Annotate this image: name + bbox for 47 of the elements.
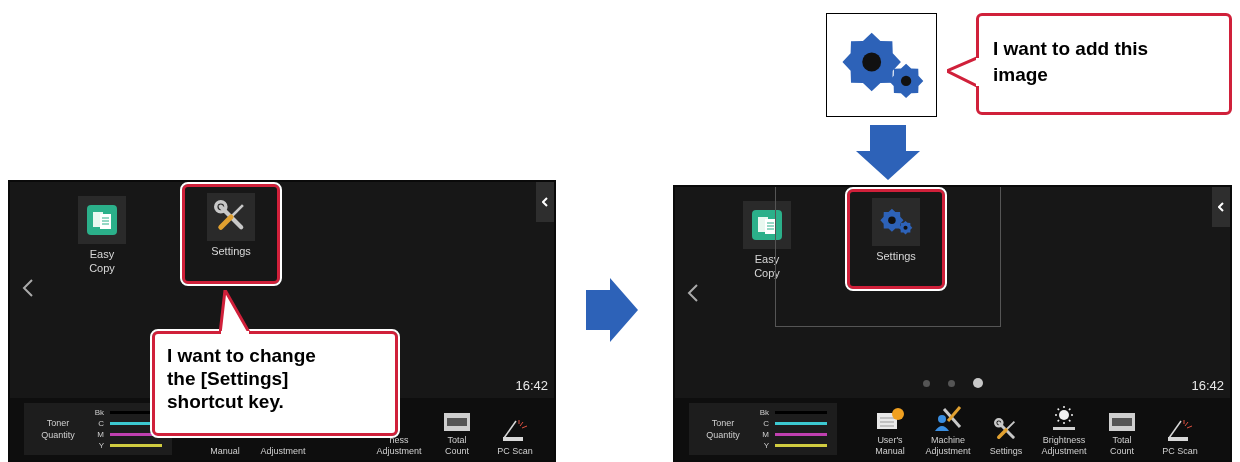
toner-color-label: M (761, 428, 769, 441)
function-key-label[interactable]: User's Manual (875, 435, 905, 457)
toner-color-label: Y (762, 439, 769, 452)
function-key-label[interactable]: Total Count (445, 435, 469, 457)
function-key-label[interactable]: Manual (210, 446, 240, 457)
toner-label: Toner Quantity (705, 417, 741, 441)
clock-time: 16:42 (1191, 376, 1224, 395)
wrench-screwdriver-icon (994, 418, 1018, 442)
shortcut-key[interactable]: Settings (182, 184, 280, 284)
chevron-left-icon (1218, 202, 1224, 212)
function-key-label[interactable]: PC Scan (497, 446, 533, 457)
toner-color-label: Y (97, 439, 104, 452)
shortcut-key[interactable]: Settings (847, 189, 945, 289)
copy-pages-icon (87, 205, 117, 235)
function-key-label[interactable]: Machine Adjustment (925, 435, 971, 457)
manual-help-icon (875, 407, 905, 431)
gears-icon (879, 208, 913, 236)
right-arrow-icon (586, 278, 638, 342)
toner-color-label: C (762, 417, 769, 430)
toner-color-label: Bk (758, 406, 769, 419)
back-chevron-icon[interactable] (687, 283, 699, 303)
function-key-label[interactable]: Settings (989, 446, 1023, 457)
toner-color-label: M (96, 428, 104, 441)
chevron-left-icon (542, 197, 548, 207)
scanner-icon (1165, 418, 1195, 442)
down-arrow-icon (856, 125, 920, 180)
counter-icon (444, 413, 470, 431)
shortcut-key[interactable]: Easy Copy (72, 184, 132, 275)
side-panel-tab[interactable] (536, 182, 554, 222)
side-panel-tab[interactable] (1212, 187, 1230, 227)
toner-label: Toner Quantity (40, 417, 76, 441)
back-chevron-icon[interactable] (22, 278, 34, 298)
copy-pages-icon (752, 210, 782, 240)
function-key-label[interactable]: ness Adjustment (376, 435, 422, 457)
callout-tail (219, 290, 251, 334)
function-key-label[interactable]: Brightness Adjustment (1041, 435, 1087, 457)
scanner-icon (500, 418, 530, 442)
person-tools-icon (934, 405, 962, 431)
toner-color-label: Bk (93, 406, 104, 419)
toner-color-label: C (97, 417, 104, 430)
clock-time: 16:42 (515, 376, 548, 395)
counter-icon (1109, 413, 1135, 431)
function-key-label[interactable]: Total Count (1110, 435, 1134, 457)
function-key-label[interactable]: PC Scan (1162, 446, 1198, 457)
sun-icon (1050, 405, 1078, 431)
function-key-label[interactable]: Adjustment (260, 446, 306, 457)
callout-tail (947, 56, 979, 88)
